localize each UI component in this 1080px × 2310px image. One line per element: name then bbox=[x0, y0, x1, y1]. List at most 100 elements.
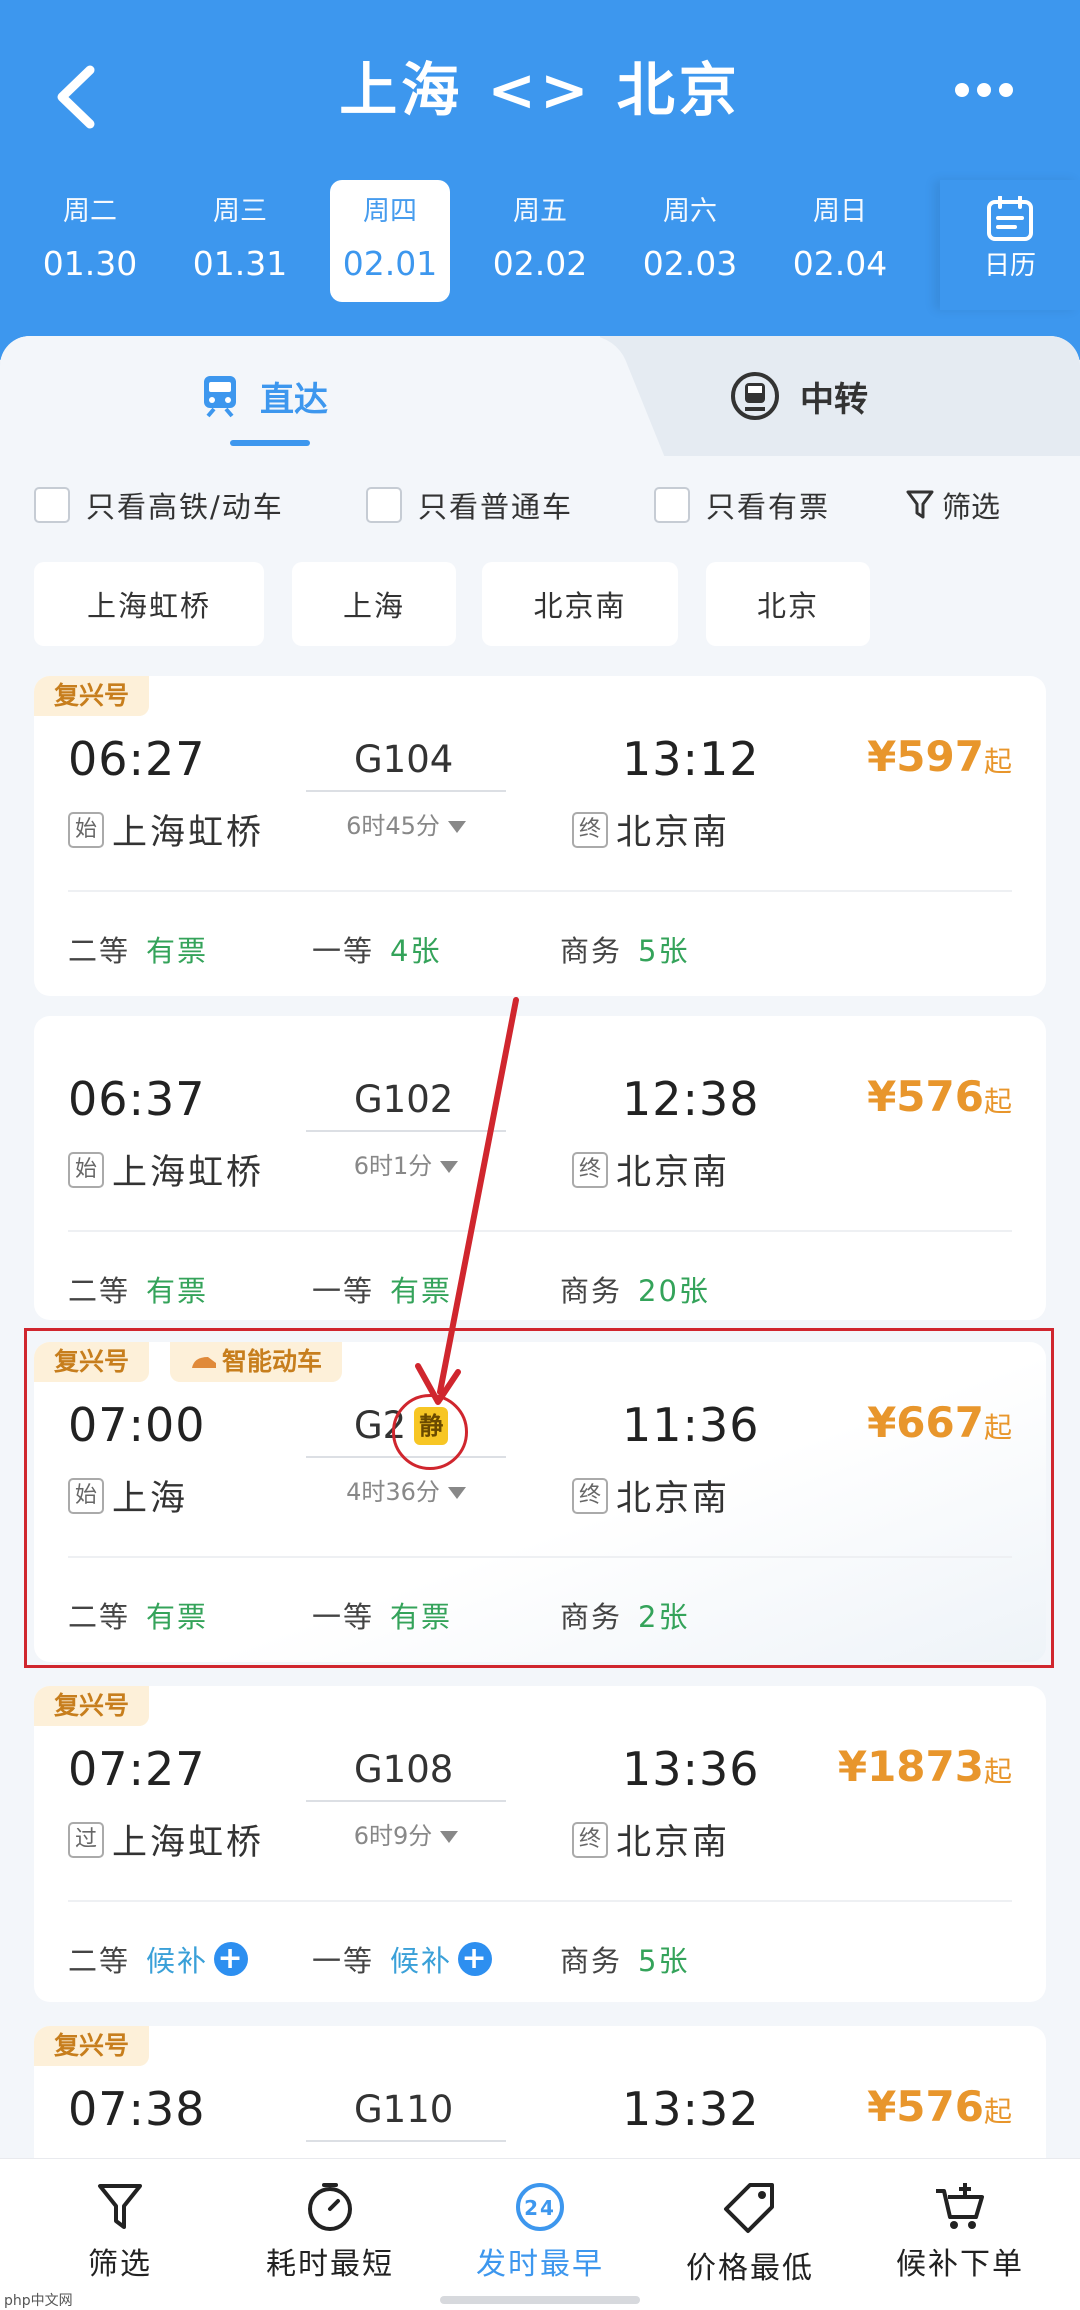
seat-first-class: 一等 4张 bbox=[312, 934, 442, 968]
svg-text:24: 24 bbox=[524, 2196, 556, 2220]
tab-direct[interactable]: 直达 bbox=[200, 366, 328, 426]
date-item-0203[interactable]: 周六 02.03 bbox=[630, 180, 750, 302]
train-card-g102[interactable]: 06:37 G102 6时1分 12:38 ¥576起 始上海虹桥 终北京南 二… bbox=[34, 1016, 1046, 1320]
waitlist-add-icon[interactable]: + bbox=[458, 1942, 493, 1976]
to-station: 终北京南 bbox=[572, 804, 730, 855]
departure-time: 07:00 bbox=[68, 1398, 206, 1452]
home-indicator bbox=[440, 2296, 640, 2304]
arrival-time: 11:36 bbox=[622, 1398, 760, 1452]
duration-toggle[interactable]: 4时36分 bbox=[306, 1472, 506, 1507]
train-number: G108 bbox=[354, 1748, 454, 1791]
seat-second-class: 二等 有票 bbox=[68, 934, 209, 968]
train-number: G110 bbox=[354, 2088, 454, 2131]
arrival-time: 13:12 bbox=[622, 732, 760, 786]
quiet-car-badge: 静 bbox=[414, 1406, 449, 1445]
end-badge: 终 bbox=[572, 1477, 608, 1514]
departure-time: 06:27 bbox=[68, 732, 206, 786]
arrival-time: 13:32 bbox=[622, 2082, 760, 2136]
duration-toggle[interactable]: 6时1分 bbox=[306, 1146, 506, 1181]
price: ¥667起 bbox=[867, 1398, 1012, 1447]
date-label: 02.04 bbox=[792, 244, 888, 283]
sort-earliest-button[interactable]: 24 发时最早 bbox=[450, 2181, 630, 2283]
seat-business-class: 商务 2张 bbox=[560, 1600, 690, 1634]
clock-24-icon: 24 bbox=[516, 2183, 564, 2231]
station-chip-shanghai-hongqiao[interactable]: 上海虹桥 bbox=[34, 562, 264, 646]
station-chip-beijing-south[interactable]: 北京南 bbox=[482, 562, 678, 646]
date-label: 02.03 bbox=[642, 244, 738, 283]
back-arrow-icon[interactable] bbox=[50, 62, 110, 132]
weekday-label: 周五 bbox=[513, 196, 567, 227]
from-station: 过上海虹桥 bbox=[68, 1814, 264, 1865]
end-badge: 终 bbox=[572, 1151, 608, 1188]
date-item-0202[interactable]: 周五 02.02 bbox=[480, 180, 600, 302]
from-station: 始上海虹桥 bbox=[68, 1144, 264, 1195]
only-available-checkbox[interactable]: 只看有票 bbox=[654, 484, 830, 526]
filter-button[interactable]: 筛选 bbox=[906, 484, 1000, 526]
price: ¥1873起 bbox=[837, 1742, 1012, 1791]
duration-line bbox=[306, 1456, 506, 1458]
filter-icon bbox=[906, 490, 934, 519]
weekday-label: 周四 bbox=[363, 196, 417, 227]
tab-underline bbox=[230, 440, 310, 446]
waitlist-order-label: 候补下单 bbox=[896, 2247, 1024, 2282]
duration-line bbox=[306, 790, 506, 792]
weekday-label: 周二 bbox=[63, 196, 117, 227]
date-item-0201-selected[interactable]: 周四 02.01 bbox=[330, 180, 450, 302]
checkbox-box bbox=[34, 487, 70, 523]
checkbox-label: 只看普通车 bbox=[418, 490, 574, 524]
station-chip-beijing[interactable]: 北京 bbox=[706, 562, 870, 646]
duration-toggle[interactable]: 6时45分 bbox=[306, 806, 506, 841]
train-card-g108[interactable]: 复兴号 07:27 G108 6时9分 13:36 ¥1873起 过上海虹桥 终… bbox=[34, 1686, 1046, 2002]
pass-badge: 过 bbox=[68, 1821, 104, 1858]
price: ¥576起 bbox=[867, 2082, 1012, 2131]
only-high-speed-checkbox[interactable]: 只看高铁/动车 bbox=[34, 484, 284, 526]
funnel-icon bbox=[98, 2184, 142, 2229]
seat-first-class: 一等 候补 + bbox=[312, 1938, 493, 1980]
seat-second-class: 二等 候补 + bbox=[68, 1938, 249, 1980]
station-chip-shanghai[interactable]: 上海 bbox=[292, 562, 456, 646]
weekday-label: 周三 bbox=[213, 196, 267, 227]
train-icon bbox=[204, 376, 236, 418]
seat-business-class: 商务 5张 bbox=[560, 934, 690, 968]
tab-transfer-label: 中转 bbox=[800, 379, 868, 420]
divider bbox=[68, 1556, 1012, 1558]
fuxing-tag: 复兴号 bbox=[34, 676, 150, 716]
start-badge: 始 bbox=[68, 1151, 104, 1188]
duration-toggle[interactable]: 6时9分 bbox=[306, 1816, 506, 1851]
date-item-0130[interactable]: 周二 01.30 bbox=[30, 180, 150, 302]
calendar-label: 日历 bbox=[983, 251, 1036, 281]
fuxing-tag: 复兴号 bbox=[34, 2026, 150, 2066]
sort-filter-button[interactable]: 筛选 bbox=[30, 2181, 210, 2283]
date-strip: 周二 01.30 周三 01.31 周四 02.01 周五 02.02 周六 0… bbox=[0, 180, 940, 310]
duration-line bbox=[306, 1130, 506, 1132]
calendar-button[interactable]: 日历 bbox=[940, 180, 1080, 310]
waitlist-add-icon[interactable]: + bbox=[214, 1942, 249, 1976]
watermark: php中文网 bbox=[4, 2293, 73, 2309]
arrival-time: 12:38 bbox=[622, 1072, 760, 1126]
date-item-0204[interactable]: 周日 02.04 bbox=[780, 180, 900, 302]
train-card-g2[interactable]: 复兴号 智能动车 07:00 G2 静 4时36分 11:36 ¥667起 始上海… bbox=[34, 1342, 1046, 1662]
only-normal-checkbox[interactable]: 只看普通车 bbox=[366, 484, 573, 526]
smart-train-tag: 智能动车 bbox=[170, 1342, 343, 1382]
checkbox-label: 只看有票 bbox=[706, 490, 831, 524]
start-badge: 始 bbox=[68, 811, 104, 848]
end-badge: 终 bbox=[572, 1821, 608, 1858]
train-number: G102 bbox=[354, 1078, 454, 1121]
more-menu-icon[interactable] bbox=[955, 82, 1025, 110]
waitlist-order-button[interactable]: 候补下单 bbox=[870, 2181, 1050, 2283]
sort-shortest-button[interactable]: 耗时最短 bbox=[240, 2181, 420, 2283]
filter-label: 筛选 bbox=[942, 490, 1001, 524]
end-badge: 终 bbox=[572, 811, 608, 848]
departure-time: 07:38 bbox=[68, 2082, 206, 2136]
date-item-0131[interactable]: 周三 01.31 bbox=[180, 180, 300, 302]
tab-transfer[interactable]: 中转 bbox=[730, 366, 868, 426]
filter-row: 只看高铁/动车 只看普通车 只看有票 筛选 bbox=[0, 476, 1080, 536]
sort-shortest-label: 耗时最短 bbox=[266, 2247, 394, 2282]
seat-second-class: 二等 有票 bbox=[68, 1600, 209, 1634]
divider bbox=[68, 890, 1012, 892]
train-card-g104[interactable]: 复兴号 06:27 G104 6时45分 13:12 ¥597起 始上海虹桥 终… bbox=[34, 676, 1046, 996]
sort-cheapest-button[interactable]: 价格最低 bbox=[660, 2181, 840, 2287]
seat-business-class: 商务 20张 bbox=[560, 1274, 710, 1308]
departure-time: 07:27 bbox=[68, 1742, 206, 1796]
seat-first-class: 一等 有票 bbox=[312, 1600, 453, 1634]
